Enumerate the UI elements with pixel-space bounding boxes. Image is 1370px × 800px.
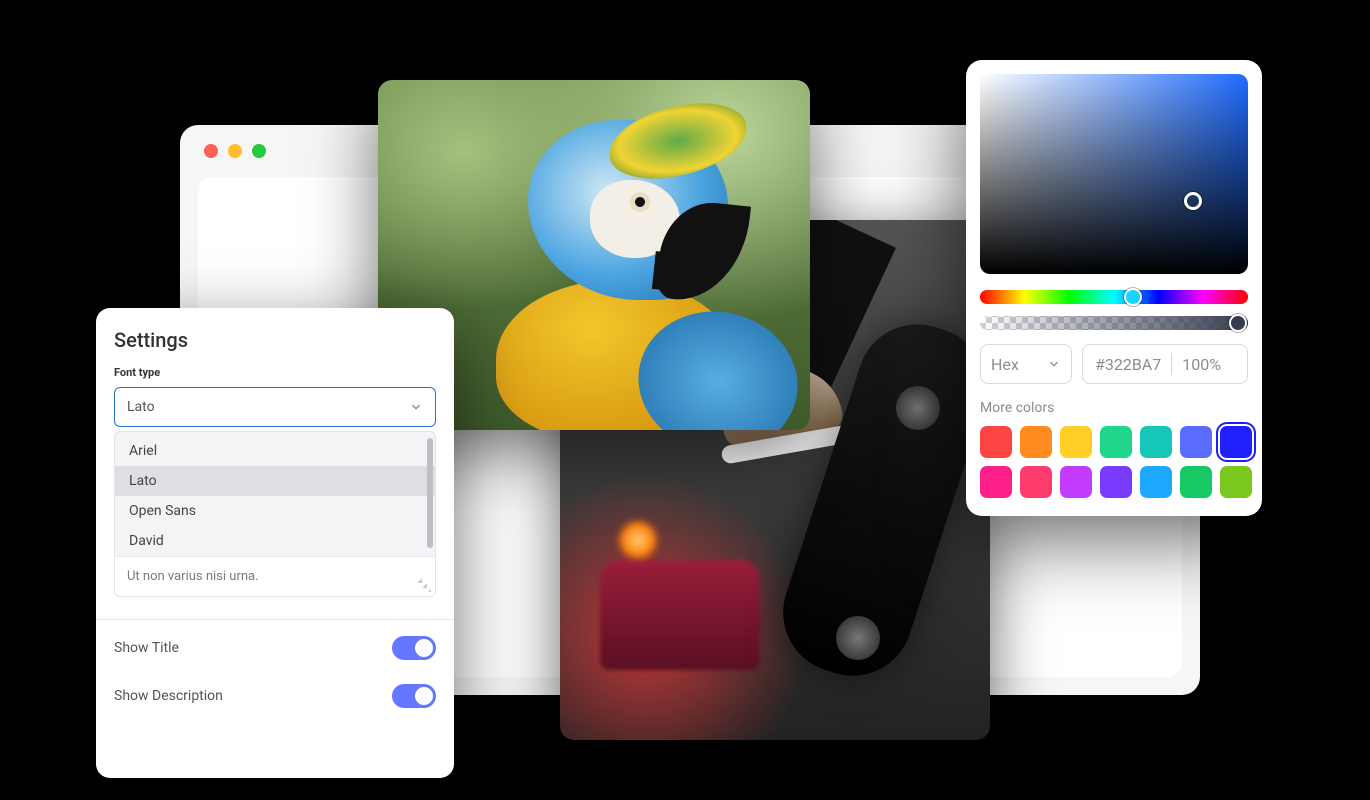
gradient-cursor-icon[interactable] bbox=[1184, 192, 1202, 210]
opacity-slider[interactable] bbox=[980, 316, 1248, 330]
chevron-down-icon bbox=[1047, 357, 1061, 371]
color-swatch[interactable] bbox=[1020, 426, 1052, 458]
font-option[interactable]: David bbox=[115, 526, 435, 556]
divider bbox=[96, 619, 454, 620]
show-title-toggle[interactable] bbox=[392, 636, 436, 660]
show-description-label: Show Description bbox=[114, 688, 223, 704]
color-swatch[interactable] bbox=[1060, 426, 1092, 458]
color-swatch[interactable] bbox=[1220, 466, 1252, 498]
swatch-grid bbox=[980, 426, 1248, 498]
color-swatch[interactable] bbox=[980, 466, 1012, 498]
color-swatch[interactable] bbox=[1100, 426, 1132, 458]
show-title-row: Show Title bbox=[114, 624, 436, 672]
font-type-label: Font type bbox=[114, 366, 436, 379]
color-swatch[interactable] bbox=[1180, 426, 1212, 458]
font-option[interactable]: Open Sans bbox=[115, 496, 435, 526]
hue-slider[interactable] bbox=[980, 290, 1248, 304]
show-description-row: Show Description bbox=[114, 672, 436, 720]
color-swatch[interactable] bbox=[1020, 466, 1052, 498]
color-swatch[interactable] bbox=[1060, 466, 1092, 498]
color-swatch[interactable] bbox=[1180, 466, 1212, 498]
resize-handle-icon[interactable] bbox=[417, 578, 431, 592]
color-swatch[interactable] bbox=[1140, 426, 1172, 458]
font-option[interactable]: Lato bbox=[115, 466, 435, 496]
window-minimize-icon[interactable] bbox=[228, 144, 242, 158]
font-type-select[interactable]: Lato bbox=[114, 387, 436, 427]
color-swatch[interactable] bbox=[1220, 426, 1252, 458]
hue-slider-knob[interactable] bbox=[1124, 288, 1142, 306]
font-preview-textarea[interactable]: Ut non varius nisi urna. bbox=[115, 556, 435, 596]
chevron-down-icon bbox=[409, 400, 423, 414]
opacity-slider-knob[interactable] bbox=[1229, 314, 1247, 332]
font-preview-text: Ut non varius nisi urna. bbox=[127, 569, 259, 584]
show-title-label: Show Title bbox=[114, 640, 179, 656]
more-colors-label: More colors bbox=[980, 400, 1248, 416]
font-options-dropdown: ArielLatoOpen SansDavid Ut non varius ni… bbox=[114, 431, 436, 597]
color-picker-panel: Hex #322BA7 100% More colors bbox=[966, 60, 1262, 516]
hex-input[interactable]: #322BA7 100% bbox=[1082, 344, 1248, 384]
opacity-value: 100% bbox=[1182, 355, 1221, 374]
scrollbar[interactable] bbox=[427, 438, 433, 548]
color-swatch[interactable] bbox=[980, 426, 1012, 458]
separator bbox=[1171, 353, 1172, 375]
color-swatch[interactable] bbox=[1100, 466, 1132, 498]
settings-title: Settings bbox=[114, 328, 436, 352]
color-gradient-field[interactable] bbox=[980, 74, 1248, 274]
window-close-icon[interactable] bbox=[204, 144, 218, 158]
color-mode-value: Hex bbox=[991, 355, 1019, 374]
font-option[interactable]: Ariel bbox=[115, 436, 435, 466]
font-type-value: Lato bbox=[127, 399, 155, 415]
window-zoom-icon[interactable] bbox=[252, 144, 266, 158]
show-description-toggle[interactable] bbox=[392, 684, 436, 708]
color-mode-select[interactable]: Hex bbox=[980, 344, 1072, 384]
color-swatch[interactable] bbox=[1140, 466, 1172, 498]
settings-panel: Settings Font type Lato ArielLatoOpen Sa… bbox=[96, 308, 454, 778]
hex-value: #322BA7 bbox=[1095, 355, 1161, 374]
